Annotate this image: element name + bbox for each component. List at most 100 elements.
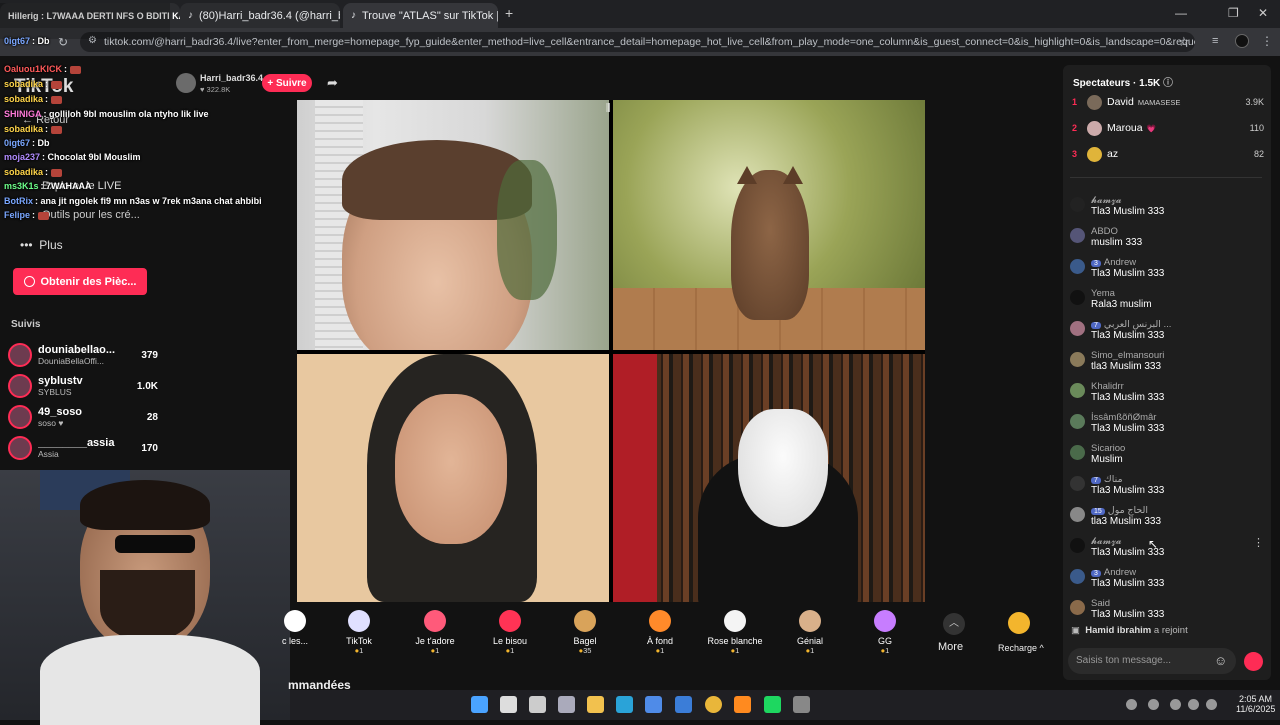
chat-message[interactable]: Sicarioo Muslim [1070,443,1260,471]
chat-text: Tla3 Muslim 333 [1091,330,1165,341]
browser-tab-active[interactable]: ♪ Trouve "ATLAS" sur TikTok | Rec ✕ [343,3,498,28]
chat-message[interactable]: 𝓱𝓪𝓶𝔃𝓪 Tla3 Muslim 333 [1070,195,1260,223]
message-options-icon[interactable]: ⋮ [1253,536,1264,549]
top-viewer[interactable]: 3 az 82 [1072,144,1264,164]
recharge-coin-icon[interactable] [1008,612,1030,634]
chat-message[interactable]: ABDO muslim 333 [1070,226,1260,254]
gift-item[interactable]: GG ●1 [850,610,920,655]
avatar [1070,445,1085,460]
like-heart-icon[interactable] [1244,652,1263,671]
gift-item[interactable]: Rose blanche ●1 [700,610,770,655]
chat-username: 𝓱𝓪𝓶𝔃𝓪 [1091,195,1122,206]
overlay-user: 0igt67 [4,138,31,148]
following-item[interactable]: syblustv SYBLUS 1.0K [8,371,158,401]
settings-icon[interactable] [558,696,575,713]
overlay-chat-line: sobadika: [4,167,63,177]
profile-avatar[interactable] [1235,34,1249,48]
edge-icon[interactable] [616,696,633,713]
chat-username: مناك [1103,474,1123,485]
divider [1070,177,1262,178]
wifi-icon[interactable] [1188,699,1199,710]
overlay-user: 0igt67 [4,36,31,46]
chat-message[interactable]: 3 Andrew Tla3 Muslim 333 [1070,257,1260,285]
chevron-up-icon[interactable] [1126,699,1137,710]
gift-item[interactable]: À fond ●1 [625,610,695,655]
top-viewer[interactable]: 1 David MAMASESE 3.9K [1072,92,1264,112]
chat-username: البرنس العربي ... [1103,319,1172,330]
creator-tools-link[interactable]: Outils pour les cré... [42,209,140,221]
windows-start-icon[interactable] [471,696,488,713]
following-name: douniabellao... [38,344,116,356]
chevron-up-icon[interactable]: ︿ [943,613,965,635]
chat-message[interactable]: Simo_elmansouri tla3 Muslim 333 [1070,350,1260,378]
more-gifts-label[interactable]: More [938,641,963,653]
chat-message[interactable]: 𝓱𝓪𝓶𝔃𝓪 Tla3 Muslim 333 [1070,536,1260,564]
host-avatar[interactable] [176,73,196,93]
file-explorer-icon[interactable] [587,696,604,713]
message-input[interactable]: Saisis ton message... ☺ [1068,648,1236,674]
volume-icon[interactable] [1206,699,1217,710]
vlc-icon[interactable] [734,696,751,713]
gift-item[interactable]: Le bisou ●1 [475,610,545,655]
chat-text: Tla3 Muslim 333 [1091,423,1165,434]
emoji-icon[interactable]: ☺ [1214,653,1227,668]
chat-message[interactable]: Yema Rala3 muslim [1070,288,1260,316]
media-icon[interactable]: ≡ [1212,35,1218,47]
microphone-icon[interactable] [1170,699,1181,710]
chat-message[interactable]: Khalidrr Tla3 Muslim 333 [1070,381,1260,409]
guest-video-4[interactable] [613,354,925,602]
clock[interactable]: 2:05 AM 11/6/2025 [1236,694,1275,714]
spotify-icon[interactable] [764,696,781,713]
chat-message[interactable]: 15 الحاج مول tla3 Muslim 333 [1070,505,1260,533]
gift-item[interactable]: Génial ●1 [775,610,845,655]
guest-video-1[interactable] [297,100,609,350]
level-badge: 7 [1091,477,1101,484]
recharge-button[interactable]: Recharge ^ [998,643,1044,653]
close-window-icon[interactable]: ✕ [1258,6,1268,20]
network-icon[interactable] [1148,699,1159,710]
top-viewer[interactable]: 2 Maroua 💗 110 [1072,118,1264,138]
chat-message[interactable]: 7 مناك Tla3 Muslim 333 [1070,474,1260,502]
browser-tab[interactable]: ♪ (80)Harri_badr36.4 (@harri_bad ✕ [180,3,340,28]
browser-menu-icon[interactable]: ⋮ [1261,34,1273,48]
overlay-chat-line: Felipe: [4,210,50,220]
chat-user: Simo_elmansouri [1091,350,1164,361]
bookmark-star-icon[interactable]: ☆ [1178,34,1190,50]
follow-button[interactable]: + Suivre [262,74,312,92]
guest-video-2[interactable] [613,100,925,350]
chat-message[interactable]: 7 البرنس العربي ... Tla3 Muslim 333 [1070,319,1260,347]
maximize-icon[interactable]: ❐ [1228,6,1239,20]
following-item[interactable]: douniabellao... DouniaBellaOffi... 379 [8,340,158,370]
following-item[interactable]: ________assia Assia 170 [8,433,158,463]
overlay-user: moja237 [4,152,41,162]
gift-item[interactable]: Bagel ●35 [550,610,620,655]
store-icon[interactable] [645,696,662,713]
guest-video-3[interactable] [297,354,609,602]
chat-message[interactable]: Said Tla3 Muslim 333 [1070,598,1260,626]
outlook-icon[interactable] [675,696,692,713]
gift-price-value: 1 [735,646,740,655]
gift-item[interactable]: Je t'adore ●1 [400,610,470,655]
search-icon[interactable] [500,696,517,713]
following-item[interactable]: 49_soso soso ♥ 28 [8,402,158,432]
host-name[interactable]: Harri_badr36.4 [200,73,263,83]
overlay-text: : [45,94,49,104]
minimize-icon[interactable]: — [1175,6,1187,20]
chat-text: tla3 Muslim 333 [1091,361,1162,372]
audio-icon[interactable]: ⫼ [606,103,611,114]
get-coins-button[interactable]: Obtenir des Pièc... [13,268,147,295]
chat-message[interactable]: İssâmßõñØmâr Tla3 Muslim 333 [1070,412,1260,440]
more-link[interactable]: ••• Plus [20,238,63,252]
url-field[interactable]: ⚙ tiktok.com/@harri_badr36.4/live?enter_… [80,32,1195,52]
gift-item[interactable]: c les... [260,610,330,646]
app-icon[interactable] [793,696,810,713]
chat-message[interactable]: 3 Andrew Tla3 Muslim 333 [1070,567,1260,595]
live-video[interactable]: ⫼ [297,100,925,602]
viewer-count: 28 [146,411,158,423]
task-view-icon[interactable] [529,696,546,713]
chrome-icon[interactable] [705,696,722,713]
share-icon[interactable]: ➦ [327,75,338,91]
gift-item[interactable]: TikTok ●1 [324,610,394,655]
spectators-header[interactable]: Spectateurs · 1.5K ⓘ [1073,74,1173,89]
new-tab-button[interactable]: + [505,5,513,21]
